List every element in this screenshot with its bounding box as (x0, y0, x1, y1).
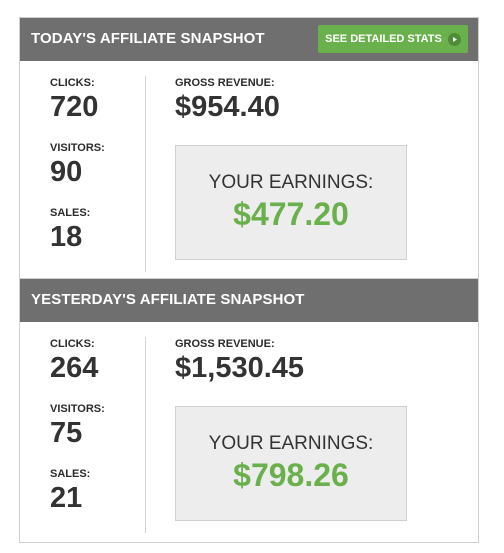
today-snapshot-header: TODAY'S AFFILIATE SNAPSHOT SEE DETAILED … (20, 18, 478, 61)
today-column-divider (145, 76, 146, 272)
today-visitors-value: 90 (50, 156, 83, 188)
yesterday-snapshot-body: CLICKS: 264 VISITORS: 75 SALES: 21 GROSS… (20, 322, 478, 542)
today-clicks-label: CLICKS: (50, 77, 95, 89)
today-clicks-value: 720 (50, 91, 99, 123)
today-sales-label: SALES: (50, 207, 91, 219)
today-snapshot-body: CLICKS: 720 VISITORS: 90 SALES: 18 GROSS… (20, 61, 478, 280)
yesterday-visitors-value: 75 (50, 417, 83, 449)
today-earnings-box: YOUR EARNINGS: $477.20 (175, 145, 407, 260)
today-snapshot-panel: TODAY'S AFFILIATE SNAPSHOT SEE DETAILED … (19, 17, 479, 279)
yesterday-clicks-label: CLICKS: (50, 338, 95, 350)
yesterday-sales-label: SALES: (50, 468, 91, 480)
yesterday-earnings-value: $798.26 (233, 457, 349, 493)
yesterday-visitors-label: VISITORS: (50, 403, 105, 415)
today-gross-revenue-value: $954.40 (175, 91, 280, 123)
yesterday-snapshot-header: YESTERDAY'S AFFILIATE SNAPSHOT (20, 279, 478, 322)
yesterday-snapshot-title: YESTERDAY'S AFFILIATE SNAPSHOT (31, 291, 305, 308)
today-snapshot-title: TODAY'S AFFILIATE SNAPSHOT (31, 30, 265, 47)
see-detailed-stats-label: SEE DETAILED STATS (325, 33, 442, 45)
yesterday-clicks-value: 264 (50, 352, 99, 384)
today-gross-revenue-label: GROSS REVENUE: (175, 77, 275, 89)
see-detailed-stats-button[interactable]: SEE DETAILED STATS (318, 25, 468, 53)
today-earnings-value: $477.20 (233, 196, 349, 232)
yesterday-earnings-box: YOUR EARNINGS: $798.26 (175, 406, 407, 521)
today-sales-value: 18 (50, 221, 83, 253)
yesterday-column-divider (145, 337, 146, 533)
yesterday-gross-revenue-value: $1,530.45 (175, 352, 305, 384)
yesterday-snapshot-panel: YESTERDAY'S AFFILIATE SNAPSHOT CLICKS: 2… (19, 279, 479, 543)
yesterday-earnings-label: YOUR EARNINGS: (208, 433, 374, 454)
today-visitors-label: VISITORS: (50, 142, 105, 154)
yesterday-gross-revenue-label: GROSS REVENUE: (175, 338, 275, 350)
today-earnings-label: YOUR EARNINGS: (208, 172, 374, 193)
yesterday-sales-value: 21 (50, 482, 83, 514)
play-circle-icon (447, 32, 461, 46)
